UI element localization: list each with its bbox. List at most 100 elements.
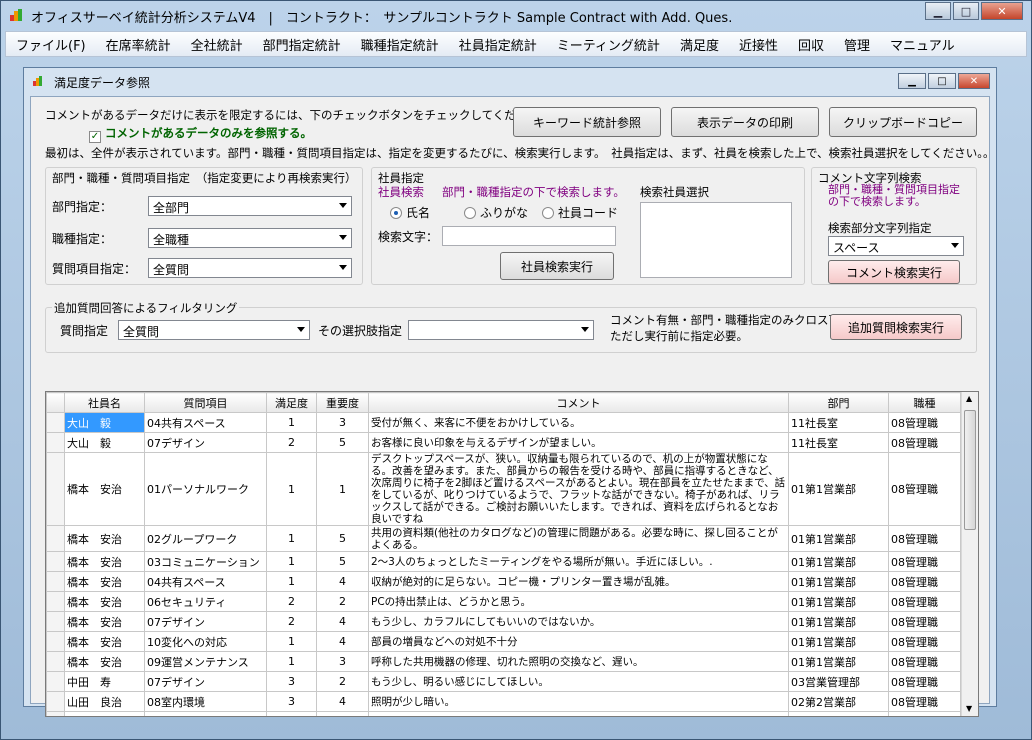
cell-question[interactable]: 01パーソナルワーク <box>144 452 267 526</box>
cell-question[interactable]: 09運営メンテナンス <box>144 651 267 672</box>
col-header-employee[interactable]: 社員名 <box>64 392 145 413</box>
row-header[interactable] <box>46 671 65 692</box>
cell-question[interactable]: 07デザイン <box>144 432 267 453</box>
cell-job[interactable]: 06開発職 <box>888 711 961 716</box>
cell-importance[interactable]: 5 <box>316 711 369 716</box>
cell-job[interactable]: 08管理職 <box>888 412 961 433</box>
cell-dept[interactable]: 11社長室 <box>788 412 889 433</box>
cell-comment[interactable]: 照明が少し暗い。 <box>368 691 789 712</box>
row-header[interactable] <box>46 571 65 592</box>
cell-satisfaction[interactable]: 1 <box>266 631 317 652</box>
row-header[interactable] <box>46 611 65 632</box>
cell-comment[interactable]: もう少し、カラフルにしてもいいのではないか。 <box>368 611 789 632</box>
cell-job[interactable]: 08管理職 <box>888 631 961 652</box>
employee-search-button[interactable]: 社員検索実行 <box>500 252 614 280</box>
cell-satisfaction[interactable]: 1 <box>266 551 317 572</box>
col-header-job[interactable]: 職種 <box>888 392 961 413</box>
close-button[interactable]: ✕ <box>981 2 1023 20</box>
cell-dept[interactable]: 01第1営業部 <box>788 611 889 632</box>
table-row[interactable]: 大山 毅 04共有スペース 1 3 受付が無く、来客に不便をおかけしている。 11社長室 0… <box>46 412 961 433</box>
grid-vertical-scrollbar[interactable]: ▲ ▼ <box>961 392 978 716</box>
cell-importance[interactable]: 5 <box>316 551 369 572</box>
cell-comment[interactable]: 2〜3人のちょっとしたミーティングをやる場所が無い。手近にほしい。. <box>368 551 789 572</box>
cell-satisfaction[interactable]: 1 <box>266 525 317 552</box>
employee-listbox[interactable] <box>640 202 792 278</box>
cell-comment[interactable]: デスクトップスペースが、狭い。収納量も限られているので、机の上が物置状態になる。… <box>368 452 789 526</box>
table-row[interactable]: 山田 良治 08室内環境 3 4 照明が少し暗い。 02第2営業部 08管理職 <box>46 691 961 712</box>
cell-comment[interactable]: PCの持出禁止は、どうかと思う。 <box>368 591 789 612</box>
child-close-button[interactable]: ✕ <box>958 73 990 89</box>
cell-satisfaction[interactable]: 1 <box>266 412 317 433</box>
menu-collection[interactable]: 回収 <box>788 35 834 54</box>
cell-importance[interactable]: 3 <box>316 651 369 672</box>
cell-importance[interactable]: 4 <box>316 691 369 712</box>
col-header-dept[interactable]: 部門 <box>788 392 889 413</box>
radio-code[interactable]: 社員コード <box>542 204 618 221</box>
menu-admin[interactable]: 管理 <box>834 35 880 54</box>
cell-satisfaction[interactable]: 2 <box>266 432 317 453</box>
cell-question[interactable]: 07デザイン <box>144 671 267 692</box>
cell-satisfaction[interactable]: 1 <box>266 711 317 716</box>
minimize-button[interactable]: ▁ <box>925 2 951 20</box>
child-maximize-button[interactable]: □ <box>928 73 956 89</box>
cell-job[interactable]: 08管理職 <box>888 551 961 572</box>
row-header[interactable] <box>46 412 65 433</box>
cell-importance[interactable]: 5 <box>316 525 369 552</box>
cell-question[interactable]: 01パーソナルワーク <box>144 711 267 716</box>
comment-substr-select[interactable]: スペース <box>828 236 964 256</box>
cell-employee[interactable]: 橋本 安治 <box>64 631 145 652</box>
cell-satisfaction[interactable]: 2 <box>266 591 317 612</box>
cell-employee[interactable]: 大山 毅 <box>64 412 145 433</box>
row-header[interactable] <box>46 631 65 652</box>
cell-importance[interactable]: 4 <box>316 611 369 632</box>
cell-question[interactable]: 04共有スペース <box>144 571 267 592</box>
cell-employee[interactable]: 橋本 安治 <box>64 525 145 552</box>
table-row[interactable]: 橋本 安治 06セキュリティ 2 2 PCの持出禁止は、どうかと思う。 01第1営業部 08… <box>46 591 961 612</box>
scroll-up-icon[interactable]: ▲ <box>966 394 972 403</box>
cell-importance[interactable]: 5 <box>316 432 369 453</box>
option-select[interactable] <box>408 320 594 340</box>
clipboard-copy-button[interactable]: クリップボードコピー <box>829 107 977 137</box>
cell-comment[interactable]: 共用の資料類(他社のカタログなど)の管理に問題がある。必要な時に、探し回ることが… <box>368 525 789 552</box>
cell-question[interactable]: 07デザイン <box>144 611 267 632</box>
menu-file[interactable]: ファイル(F) <box>6 35 96 54</box>
cell-comment[interactable]: 図面や資料を広げるスペースが無い。 <box>368 711 789 716</box>
cell-question[interactable]: 04共有スペース <box>144 412 267 433</box>
menu-proximity[interactable]: 近接性 <box>729 35 788 54</box>
cell-satisfaction[interactable]: 3 <box>266 671 317 692</box>
comment-only-checkbox[interactable]: ✓ コメントがあるデータのみを参照する。 <box>89 125 312 143</box>
cell-employee[interactable]: 野山 雅夫 <box>64 711 145 716</box>
table-row[interactable]: 橋本 安治 03コミュニケーション 1 5 2〜3人のちょっとしたミーティングをやる場所… <box>46 551 961 572</box>
col-header-satisfaction[interactable]: 満足度 <box>266 392 317 413</box>
cell-employee[interactable]: 橋本 安治 <box>64 651 145 672</box>
cell-comment[interactable]: 収納が絶対的に足らない。コピー機・プリンター置き場が乱雑。 <box>368 571 789 592</box>
cell-comment[interactable]: 部員の増員などへの対処不十分 <box>368 631 789 652</box>
cell-employee[interactable]: 橋本 安治 <box>64 551 145 572</box>
col-header-question[interactable]: 質問項目 <box>144 392 267 413</box>
table-row[interactable]: 橋本 安治 10変化への対応 1 4 部員の増員などへの対処不十分 01第1営業部 08管理… <box>46 631 961 652</box>
add-question-select[interactable]: 全質問 <box>118 320 310 340</box>
cell-importance[interactable]: 4 <box>316 571 369 592</box>
cell-job[interactable]: 08管理職 <box>888 651 961 672</box>
row-header[interactable] <box>46 591 65 612</box>
cell-job[interactable]: 08管理職 <box>888 525 961 552</box>
cell-dept[interactable]: 02第2営業部 <box>788 691 889 712</box>
menu-satisfaction[interactable]: 満足度 <box>670 35 729 54</box>
cell-job[interactable]: 08管理職 <box>888 691 961 712</box>
menu-dept-stats[interactable]: 部門指定統計 <box>253 35 351 54</box>
cell-dept[interactable]: 01第1営業部 <box>788 591 889 612</box>
cell-satisfaction[interactable]: 2 <box>266 611 317 632</box>
cell-dept[interactable]: 11社長室 <box>788 432 889 453</box>
table-row[interactable]: 大山 毅 07デザイン 2 5 お客様に良い印象を与えるデザインが望ましい。 11社長室 0… <box>46 432 961 453</box>
menu-attendance-stats[interactable]: 在席率統計 <box>96 35 181 54</box>
cell-employee[interactable]: 中田 寿 <box>64 671 145 692</box>
cell-dept[interactable]: 03営業管理部 <box>788 671 889 692</box>
table-row[interactable]: 橋本 安治 01パーソナルワーク 1 1 デスクトップスペースが、狭い。収納量も限られて… <box>46 452 961 526</box>
cell-question[interactable]: 02グループワーク <box>144 525 267 552</box>
cell-employee[interactable]: 大山 毅 <box>64 432 145 453</box>
cell-importance[interactable]: 1 <box>316 452 369 526</box>
keyword-stats-button[interactable]: キーワード統計参照 <box>513 107 661 137</box>
col-header-comment[interactable]: コメント <box>368 392 789 413</box>
cell-importance[interactable]: 3 <box>316 412 369 433</box>
cell-satisfaction[interactable]: 3 <box>266 691 317 712</box>
